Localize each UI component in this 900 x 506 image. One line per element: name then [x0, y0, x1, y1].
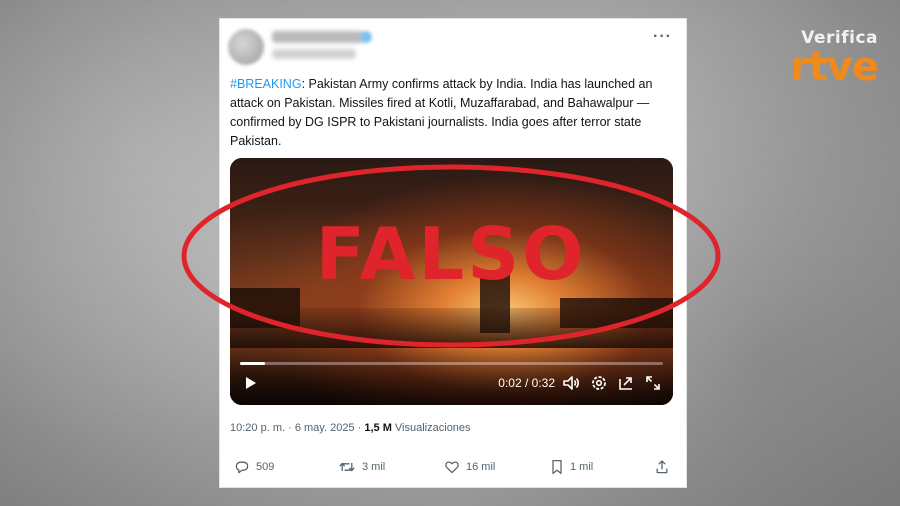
like-count: 16 mil	[466, 461, 496, 473]
author-handle-blurred[interactable]	[272, 49, 356, 59]
avatar[interactable]	[228, 29, 264, 65]
author-name-blurred[interactable]	[272, 31, 364, 43]
bookmark-count: 1 mil	[570, 461, 594, 473]
heart-icon	[445, 461, 459, 474]
share-button[interactable]	[654, 459, 670, 475]
reply-icon	[235, 461, 249, 474]
repost-button[interactable]: 3 mil	[338, 459, 385, 475]
video-time: 0:02 / 0:32	[498, 376, 555, 390]
like-button[interactable]: 16 mil	[444, 459, 495, 475]
verifica-rtve-logo: Verifica rtve	[789, 28, 879, 90]
pip-icon[interactable]	[616, 373, 636, 393]
video-current-time: 0:02	[498, 376, 522, 390]
hashtag-link[interactable]: #BREAKING	[230, 77, 302, 91]
tweet-header: ···	[220, 19, 686, 71]
play-icon[interactable]	[240, 373, 260, 393]
tweet-actions: 509 3 mil 16 mil 1 mil	[220, 457, 686, 481]
views-count: 1,5 M	[364, 422, 392, 434]
bookmark-icon	[552, 459, 562, 475]
video-duration: 0:32	[531, 376, 555, 390]
repost-icon	[339, 462, 355, 472]
tweet-meta: 10:20 p. m. · 6 may. 2025 · 1,5 M Visual…	[230, 422, 471, 434]
falso-label: FALSO	[316, 212, 587, 296]
post-date[interactable]: 6 may. 2025	[295, 422, 355, 434]
reply-count: 509	[256, 461, 275, 473]
video-time-separator: /	[521, 376, 532, 390]
tweet-text: #BREAKING: Pakistan Army confirms attack…	[230, 75, 680, 151]
bookmark-button[interactable]: 1 mil	[550, 459, 593, 475]
share-icon	[656, 460, 668, 474]
views-label: Visualizaciones	[394, 422, 471, 434]
volume-icon[interactable]	[561, 373, 581, 393]
video-progress-fill	[240, 362, 266, 365]
meta-dot: ·	[285, 422, 295, 434]
verified-badge-icon	[360, 31, 372, 43]
video-controls: 0:02 / 0:32	[230, 369, 673, 397]
more-icon[interactable]: ···	[653, 29, 672, 45]
falso-stamp: FALSO	[181, 164, 721, 348]
meta-dot: ·	[354, 422, 365, 434]
repost-count: 3 mil	[362, 461, 386, 473]
post-time[interactable]: 10:20 p. m.	[230, 422, 285, 434]
rtve-logo: rtve	[789, 44, 879, 90]
settings-icon[interactable]	[589, 373, 609, 393]
reply-button[interactable]: 509	[234, 459, 274, 475]
video-progress-bar[interactable]	[240, 362, 663, 365]
fullscreen-icon[interactable]	[643, 373, 663, 393]
